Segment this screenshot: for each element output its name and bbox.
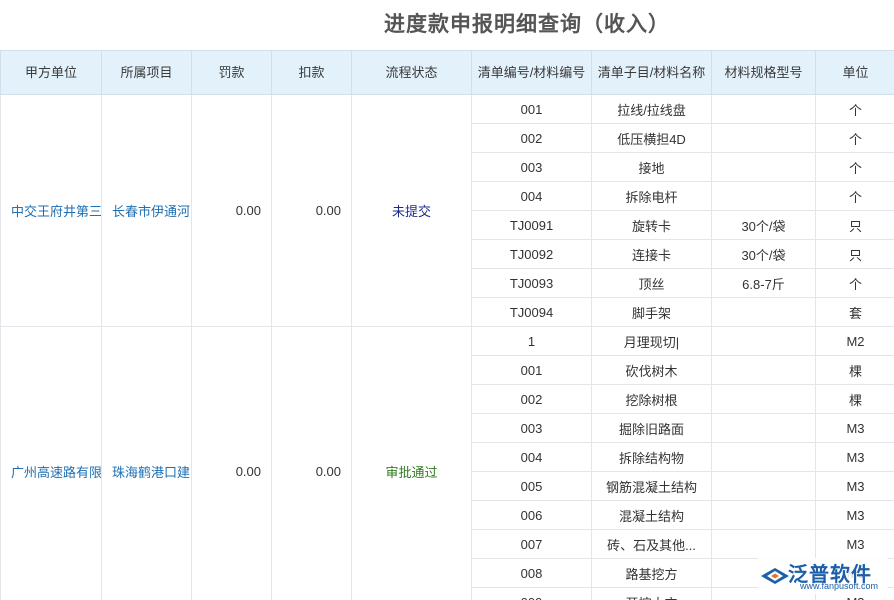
code-cell: TJ0093 (472, 269, 592, 298)
code-cell: 003 (472, 414, 592, 443)
code-cell: TJ0094 (472, 298, 592, 327)
name-cell: 顶丝 (592, 269, 712, 298)
spec-cell (712, 356, 816, 385)
code-cell: 004 (472, 182, 592, 211)
unit-cell: 个 (816, 124, 894, 153)
unit-cell: 个 (816, 182, 894, 211)
col-header-name[interactable]: 清单子目/材料名称 (592, 51, 712, 95)
spec-cell (712, 385, 816, 414)
spec-cell (712, 443, 816, 472)
spec-cell (712, 124, 816, 153)
watermark-url: www.fanpusoft.com (800, 581, 878, 591)
unit-cell: M3 (816, 472, 894, 501)
project-cell[interactable]: 珠海鹤港口建 (102, 327, 192, 600)
code-cell: 003 (472, 153, 592, 182)
table-row[interactable]: 广州高速路有限 珠海鹤港口建 0.00 0.00 审批通过 1 月理现切| M2 (1, 327, 894, 356)
name-cell: 旋转卡 (592, 211, 712, 240)
watermark-logo: 泛普软件 www.fanpusoft.com (758, 558, 888, 594)
deduction-cell: 0.00 (272, 95, 352, 327)
unit-cell: 个 (816, 269, 894, 298)
code-cell: 004 (472, 443, 592, 472)
col-header-fine[interactable]: 罚款 (192, 51, 272, 95)
name-cell: 脚手架 (592, 298, 712, 327)
name-cell: 连接卡 (592, 240, 712, 269)
code-cell: 008 (472, 559, 592, 588)
code-cell: 001 (472, 356, 592, 385)
name-cell: 低压横担4D (592, 124, 712, 153)
status-cell: 审批通过 (352, 327, 472, 600)
unit-cell: M2 (816, 327, 894, 356)
unit-cell: 个 (816, 153, 894, 182)
spec-cell (712, 530, 816, 559)
code-cell: 009 (472, 588, 592, 600)
col-header-project[interactable]: 所属项目 (102, 51, 192, 95)
spec-cell (712, 298, 816, 327)
code-cell: 001 (472, 95, 592, 124)
unit-cell: M3 (816, 530, 894, 559)
name-cell: 月理现切| (592, 327, 712, 356)
party-cell[interactable]: 广州高速路有限 (1, 327, 102, 600)
code-cell: 002 (472, 385, 592, 414)
name-cell: 混凝土结构 (592, 501, 712, 530)
col-header-unit[interactable]: 单位 (816, 51, 894, 95)
party-cell[interactable]: 中交王府井第三 (1, 95, 102, 327)
name-cell: 掘除旧路面 (592, 414, 712, 443)
spec-cell: 6.8-7斤 (712, 269, 816, 298)
spec-cell (712, 327, 816, 356)
code-cell: 006 (472, 501, 592, 530)
spec-cell (712, 501, 816, 530)
page-title: 进度款申报明细查询（收入） (0, 0, 894, 50)
name-cell: 接地 (592, 153, 712, 182)
name-cell: 砖、石及其他... (592, 530, 712, 559)
col-header-status[interactable]: 流程状态 (352, 51, 472, 95)
col-header-deduction[interactable]: 扣款 (272, 51, 352, 95)
spec-cell: 30个/袋 (712, 211, 816, 240)
spec-cell (712, 153, 816, 182)
unit-cell: 套 (816, 298, 894, 327)
code-cell: TJ0091 (472, 211, 592, 240)
code-cell: 002 (472, 124, 592, 153)
col-header-spec[interactable]: 材料规格型号 (712, 51, 816, 95)
spec-cell: 30个/袋 (712, 240, 816, 269)
name-cell: 拉线/拉线盘 (592, 95, 712, 124)
name-cell: 钢筋混凝土结构 (592, 472, 712, 501)
col-header-party[interactable]: 甲方单位 (1, 51, 102, 95)
fine-cell: 0.00 (192, 327, 272, 600)
code-cell: 007 (472, 530, 592, 559)
col-header-code[interactable]: 清单编号/材料编号 (472, 51, 592, 95)
spec-cell (712, 472, 816, 501)
deduction-cell: 0.00 (272, 327, 352, 600)
status-cell: 未提交 (352, 95, 472, 327)
detail-table-container[interactable]: 甲方单位 所属项目 罚款 扣款 流程状态 清单编号/材料编号 清单子目/材料名称… (0, 50, 894, 600)
fine-cell: 0.00 (192, 95, 272, 327)
name-cell: 路基挖方 (592, 559, 712, 588)
fanpu-logo-icon (758, 560, 792, 590)
detail-table: 甲方单位 所属项目 罚款 扣款 流程状态 清单编号/材料编号 清单子目/材料名称… (0, 50, 894, 600)
spec-cell (712, 182, 816, 211)
unit-cell: 棵 (816, 356, 894, 385)
name-cell: 开挖土方 (592, 588, 712, 600)
name-cell: 砍伐树木 (592, 356, 712, 385)
table-row[interactable]: 中交王府井第三 长春市伊通河 0.00 0.00 未提交 001 拉线/拉线盘 … (1, 95, 894, 124)
unit-cell: 棵 (816, 385, 894, 414)
spec-cell (712, 414, 816, 443)
unit-cell: M3 (816, 443, 894, 472)
unit-cell: 只 (816, 211, 894, 240)
name-cell: 拆除电杆 (592, 182, 712, 211)
header-row: 甲方单位 所属项目 罚款 扣款 流程状态 清单编号/材料编号 清单子目/材料名称… (1, 51, 894, 95)
code-cell: 1 (472, 327, 592, 356)
spec-cell (712, 95, 816, 124)
unit-cell: 只 (816, 240, 894, 269)
unit-cell: M3 (816, 414, 894, 443)
project-cell[interactable]: 长春市伊通河 (102, 95, 192, 327)
code-cell: 005 (472, 472, 592, 501)
code-cell: TJ0092 (472, 240, 592, 269)
name-cell: 挖除树根 (592, 385, 712, 414)
name-cell: 拆除结构物 (592, 443, 712, 472)
unit-cell: M3 (816, 501, 894, 530)
unit-cell: 个 (816, 95, 894, 124)
